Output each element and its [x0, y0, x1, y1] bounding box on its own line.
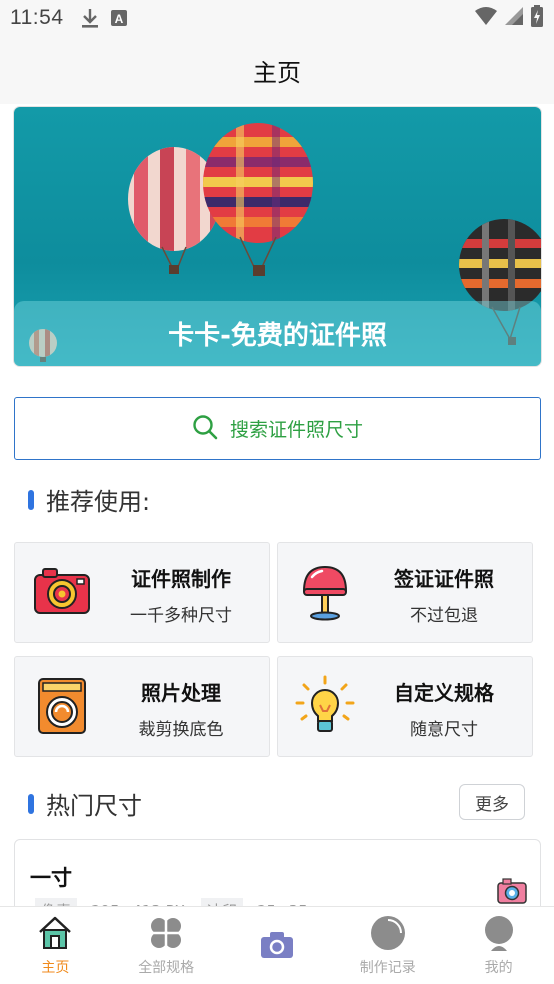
tab-label: 全部规格 — [138, 960, 195, 976]
card-photo-process[interactable]: 照片处理 裁剪换底色 — [14, 656, 270, 757]
search-box[interactable]: 搜索证件照尺寸 — [14, 397, 541, 460]
search-placeholder: 搜索证件照尺寸 — [229, 419, 363, 441]
popular-section-title: 热门尺寸 — [28, 786, 142, 821]
search-icon — [192, 414, 218, 444]
card-custom-spec[interactable]: 自定义规格 随意尺寸 — [277, 656, 533, 757]
card-subtitle: 一千多种尺寸 — [130, 606, 232, 626]
recommend-title: 推荐使用: — [46, 488, 151, 516]
tab-profile[interactable]: 我的 — [443, 907, 554, 984]
page-title: 主页 — [253, 58, 301, 87]
tab-label: 我的 — [484, 960, 513, 976]
bottom-tab-bar: 主页 全部规格 制作记录 我的 — [0, 906, 554, 984]
download-icon — [80, 7, 100, 29]
more-button[interactable]: 更多 — [459, 784, 525, 820]
banner[interactable]: 卡卡-免费的证件照 — [14, 107, 541, 366]
card-title: 自定义规格 — [394, 681, 494, 705]
lightbulb-icon — [294, 675, 356, 737]
wifi-icon — [474, 6, 498, 30]
section-accent-bar — [28, 489, 34, 510]
card-id-photo[interactable]: 证件照制作 一千多种尺寸 — [14, 542, 270, 643]
clover-icon — [148, 915, 184, 955]
app-header: 主页 — [0, 36, 554, 104]
status-bar: 11:54 A — [0, 0, 554, 36]
photo-process-icon — [31, 675, 93, 737]
svg-text:A: A — [114, 12, 123, 26]
card-visa-photo[interactable]: 签证证件照 不过包退 — [277, 542, 533, 643]
tab-all-specs[interactable]: 全部规格 — [111, 907, 222, 984]
pin-icon — [294, 561, 356, 623]
banner-caption: 卡卡-免费的证件照 — [168, 321, 387, 351]
card-subtitle: 随意尺寸 — [410, 720, 478, 740]
card-subtitle: 不过包退 — [410, 606, 478, 626]
battery-charging-icon — [530, 5, 544, 31]
home-icon — [37, 915, 73, 955]
tab-label: 主页 — [41, 960, 70, 976]
home-screen: 11:54 A 主页 卡卡-免费的证件照 搜索证件照尺寸 推荐使用: 证件照制作… — [0, 0, 554, 984]
keyboard-a-icon: A — [110, 9, 128, 27]
camera-icon — [31, 561, 93, 623]
profile-icon — [481, 915, 517, 955]
card-title: 证件照制作 — [131, 567, 231, 591]
section-accent-bar — [28, 793, 34, 814]
popular-title: 热门尺寸 — [46, 792, 142, 820]
tab-label: 制作记录 — [359, 960, 416, 976]
card-title: 照片处理 — [141, 681, 221, 705]
tab-camera[interactable] — [222, 907, 333, 984]
tab-history[interactable]: 制作记录 — [332, 907, 443, 984]
history-icon — [370, 915, 406, 955]
card-title: 签证证件照 — [394, 567, 494, 591]
size-name: 一寸 — [30, 866, 72, 890]
recommend-section-title: 推荐使用: — [28, 482, 150, 517]
tab-home[interactable]: 主页 — [0, 907, 111, 984]
status-time: 11:54 — [10, 6, 64, 29]
camera-icon — [260, 931, 294, 963]
camera-icon[interactable] — [497, 878, 527, 908]
signal-icon — [504, 6, 524, 30]
card-subtitle: 裁剪换底色 — [138, 720, 224, 740]
